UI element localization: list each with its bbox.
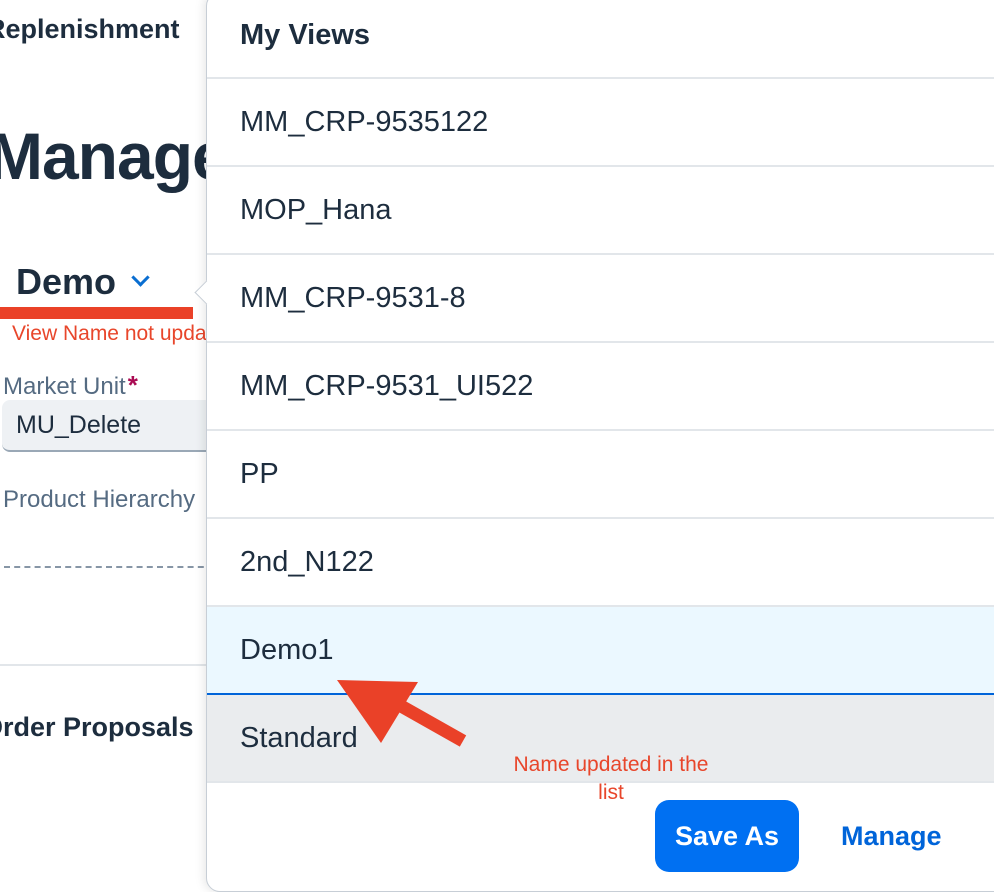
annotation-list-note: Name updated in the list <box>513 753 709 804</box>
chevron-down-icon[interactable] <box>131 267 150 287</box>
market-unit-label: Market Unit* <box>3 370 138 400</box>
required-asterisk: * <box>127 370 138 400</box>
product-hierarchy-input[interactable] <box>4 566 214 568</box>
view-item-selected[interactable]: Demo1 <box>207 607 994 695</box>
variant-name: Demo <box>16 261 117 302</box>
popover-header: My Views <box>207 1 994 79</box>
annotation-view-name-note: View Name not updated <box>12 322 236 345</box>
view-item[interactable]: MOP_Hana <box>207 167 994 255</box>
view-item[interactable]: PP <box>207 431 994 519</box>
section-title: Order Proposals <box>0 712 194 742</box>
market-unit-value: MU_Delete <box>16 410 142 439</box>
app-title: Replenishment <box>0 14 180 44</box>
view-item[interactable]: 2nd_N122 <box>207 519 994 607</box>
product-hierarchy-label: Product Hierarchy <box>3 486 196 513</box>
market-unit-input[interactable]: MU_Delete <box>2 400 222 452</box>
popover-title: My Views <box>240 19 371 51</box>
view-item[interactable]: MM_CRP-9535122 <box>207 79 994 167</box>
manage-button[interactable]: Manage <box>829 800 954 872</box>
save-as-button[interactable]: Save As <box>655 800 799 872</box>
page-title: Manage <box>0 119 229 193</box>
divider <box>0 664 210 666</box>
annotation-underline <box>0 307 193 319</box>
view-item[interactable]: MM_CRP-9531_UI522 <box>207 343 994 431</box>
variant-selector[interactable]: Demo <box>16 261 150 303</box>
view-item[interactable]: MM_CRP-9531-8 <box>207 255 994 343</box>
views-list: MM_CRP-9535122 MOP_Hana MM_CRP-9531-8 MM… <box>207 79 994 783</box>
